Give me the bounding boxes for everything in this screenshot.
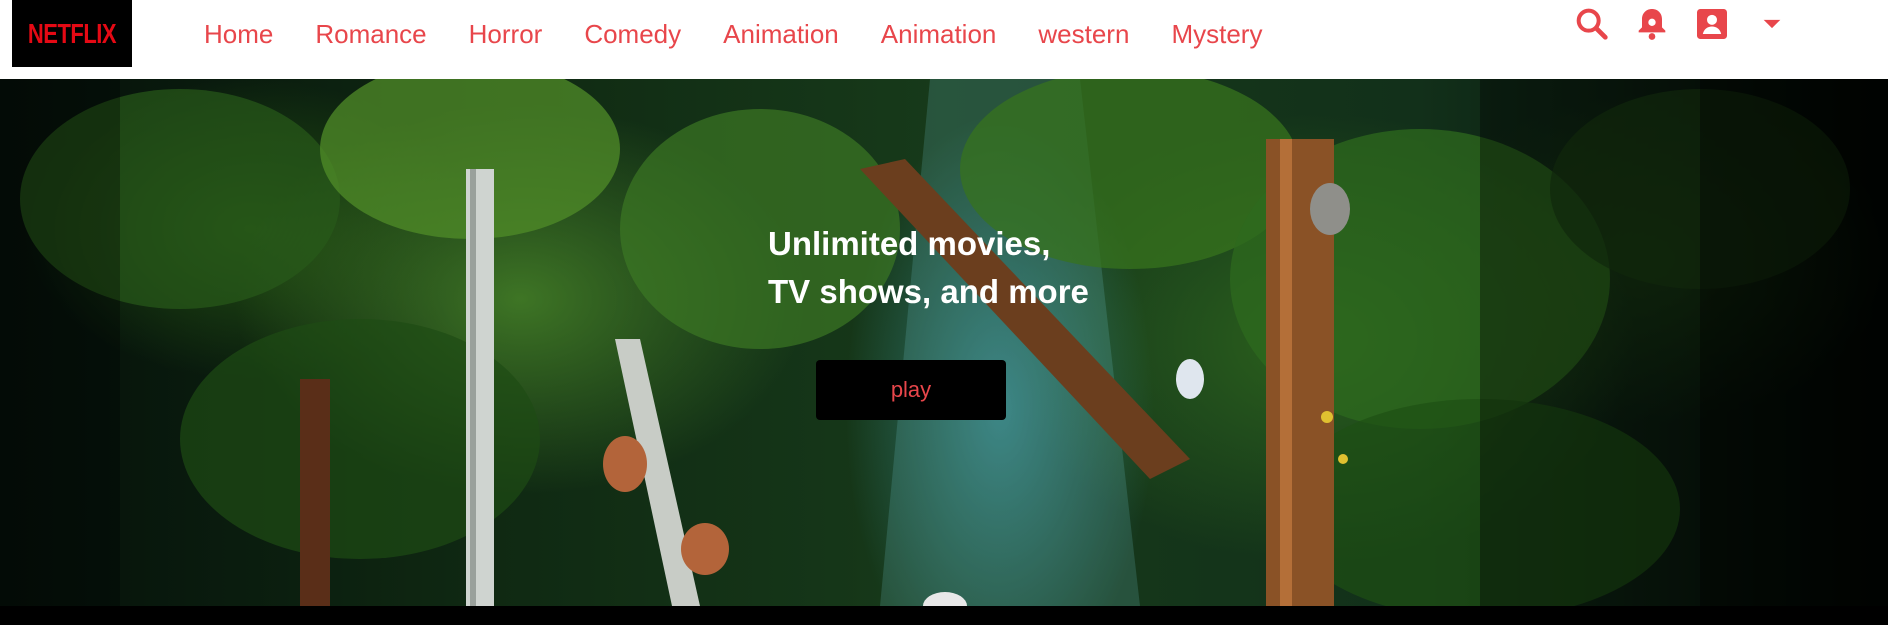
play-button[interactable]: play (816, 360, 1006, 420)
nav-link-mystery[interactable]: Mystery (1171, 19, 1262, 50)
bottom-strip (0, 606, 1888, 625)
forest-background-image (0, 79, 1888, 606)
netflix-logo[interactable]: NETFLIX (12, 0, 132, 67)
dropdown-arrow-icon[interactable] (1752, 4, 1792, 44)
navbar: NETFLIX Home Romance Horror Comedy Anima… (0, 0, 1888, 79)
nav-link-animation-2[interactable]: Animation (881, 19, 997, 50)
nav-link-horror[interactable]: Horror (469, 19, 543, 50)
hero-headline: Unlimited movies, TV shows, and more (768, 220, 1089, 316)
hero-headline-line1: Unlimited movies, (768, 225, 1051, 262)
hero-headline-line2: TV shows, and more (768, 273, 1089, 310)
hero-banner: Unlimited movies, TV shows, and more pla… (0, 79, 1888, 606)
nav-link-western[interactable]: western (1038, 19, 1129, 50)
nav-link-comedy[interactable]: Comedy (584, 19, 681, 50)
nav-link-home[interactable]: Home (204, 19, 273, 50)
notification-icon[interactable] (1632, 4, 1672, 44)
nav-link-animation[interactable]: Animation (723, 19, 839, 50)
search-icon[interactable] (1572, 4, 1612, 44)
nav-link-romance[interactable]: Romance (315, 19, 426, 50)
logo-text: NETFLIX (27, 17, 117, 49)
nav-links: Home Romance Horror Comedy Animation Ani… (204, 12, 1304, 56)
account-icon[interactable] (1692, 4, 1732, 44)
